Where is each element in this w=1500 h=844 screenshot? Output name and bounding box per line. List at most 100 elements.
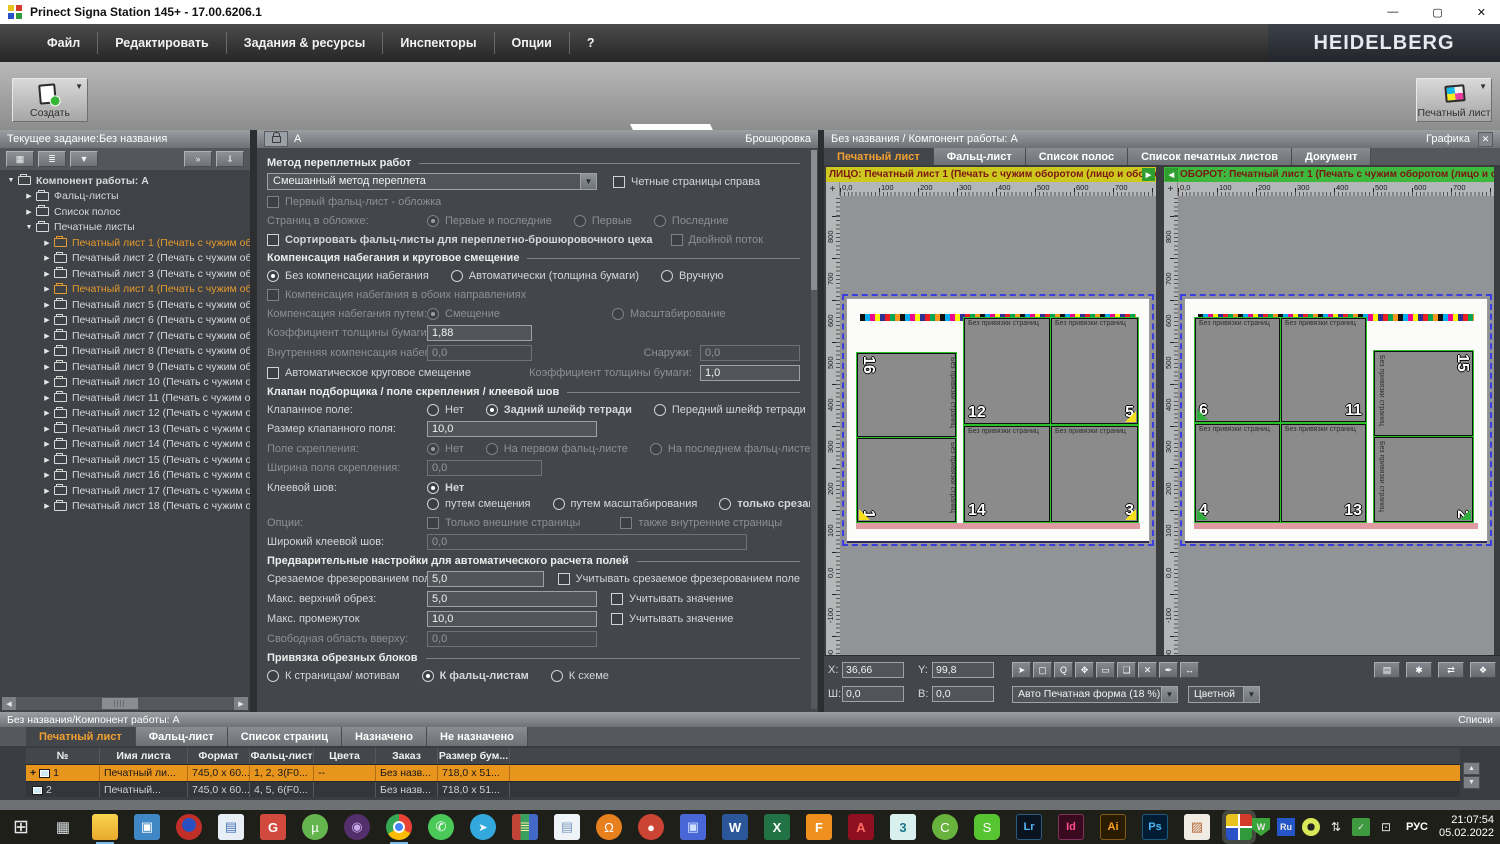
tray-icon[interactable] [1302, 818, 1320, 836]
tree-node-press-sheet[interactable]: ▶ Печатный лист 7 (Печать с чужим оборот… [0, 328, 250, 344]
ruler-origin-icon[interactable]: + [826, 182, 840, 196]
tray-icon[interactable]: ⇅ [1327, 818, 1345, 836]
vertical-scrollbar[interactable] [811, 150, 817, 709]
max-gap-field[interactable]: 10,0 [427, 611, 597, 627]
binding-method-select[interactable]: Смешанный метод переплета ▼ [267, 173, 597, 190]
canvas-tool-button[interactable]: ↔ [1180, 662, 1199, 678]
table-row[interactable]: +1 Печатный ли... 745,0 x 60... 1, 2, 3(… [26, 765, 1460, 782]
double-stream-checkbox[interactable] [670, 233, 683, 246]
expander-icon[interactable]: ▶ [42, 347, 52, 355]
page-slot-1[interactable]: Без привязки страниц 1 [856, 437, 957, 523]
creep-shift-radio[interactable] [427, 307, 439, 320]
chevron-down-icon[interactable]: ▼ [1161, 685, 1178, 703]
taskbar-app-icon[interactable]: Lr [1016, 814, 1042, 840]
next-sheet-button[interactable]: ▶ [1142, 168, 1155, 181]
tree-node-press-sheet[interactable]: ▶ Печатный лист 16 (Печать с чужим оборо… [0, 468, 250, 484]
taskbar-app-icon[interactable] [386, 814, 412, 844]
consider-gap-checkbox[interactable] [611, 613, 623, 625]
taskbar-app-icon[interactable]: ▤ [218, 814, 244, 840]
taskbar-app-icon[interactable]: C [932, 814, 958, 840]
tree-node-press-sheet[interactable]: ▶ Печатный лист 14 (Печать с чужим оборо… [0, 437, 250, 453]
color-mode-select[interactable]: Цветной ▼ [1188, 685, 1260, 703]
canvas-tool-button[interactable]: ✥ [1075, 662, 1094, 678]
max-top-trim-field[interactable]: 5,0 [427, 591, 597, 607]
tree-node-page-list[interactable]: ▶ Список полос [0, 204, 250, 220]
glue-shift-radio[interactable] [427, 497, 439, 510]
tree-node-press-sheet[interactable]: ▶ Печатный лист 4 (Печать с чужим оборот… [0, 282, 250, 298]
canvas-tool-button[interactable]: ▢ [1033, 662, 1052, 678]
preview-tab[interactable]: Фальц-лист [933, 148, 1026, 165]
expander-icon[interactable]: ▶ [42, 254, 52, 262]
outer-pages-only-checkbox[interactable] [427, 516, 439, 529]
scroll-thumb[interactable] [102, 698, 138, 709]
height-field[interactable]: 0,0 [932, 686, 994, 702]
expander-icon[interactable]: ▼ [24, 224, 34, 231]
expander-icon[interactable]: ▶ [42, 363, 52, 371]
cover-last-radio[interactable] [653, 214, 666, 227]
y-coordinate-field[interactable]: 99,8 [932, 662, 994, 678]
taskbar-app-icon[interactable] [92, 814, 118, 844]
menu-item[interactable]: Задания & ресурсы [227, 32, 384, 54]
chevron-down-icon[interactable]: ▼ [1243, 685, 1260, 703]
canvas-tool-button[interactable]: ❏ [1117, 662, 1136, 678]
expander-icon[interactable]: ▶ [42, 425, 52, 433]
close-icon[interactable]: ✕ [1478, 131, 1493, 147]
tree-node-press-sheets[interactable]: ▼ Печатные листы [0, 220, 250, 236]
expander-icon[interactable]: ▶ [42, 239, 52, 247]
lists-tab[interactable]: Печатный лист [26, 727, 136, 746]
expander-icon[interactable]: ▶ [42, 471, 52, 479]
sort-fold-sheets-checkbox[interactable] [267, 233, 279, 246]
taskbar-app-icon[interactable]: Id [1058, 814, 1084, 840]
taskbar-app-icon[interactable]: 3 [890, 814, 916, 840]
page-slot-5[interactable]: Без привязки страниц 5 [1050, 317, 1139, 425]
menu-item[interactable]: Инспекторы [383, 32, 495, 54]
taskbar-app-icon[interactable]: X [764, 814, 790, 840]
binding-area-width-field[interactable]: 0,0 [427, 460, 542, 476]
view-option-button[interactable]: ⇄ [1438, 662, 1464, 678]
tree-node-press-sheet[interactable]: ▶ Печатный лист 13 (Печать с чужим оборо… [0, 421, 250, 437]
lip-size-field[interactable]: 10,0 [427, 421, 597, 437]
binding-area-first-radio[interactable] [485, 442, 498, 455]
taskbar-app-icon[interactable]: ⊞ [8, 814, 34, 840]
even-pages-right-checkbox[interactable] [613, 175, 625, 188]
taskbar-app-icon[interactable]: ▣ [680, 814, 706, 840]
milling-area-field[interactable]: 5,0 [427, 571, 544, 587]
minimize-button[interactable]: — [1387, 6, 1398, 19]
lists-tab[interactable]: Список страниц [227, 727, 342, 746]
paper-thickness-factor2-field[interactable]: 1,0 [700, 365, 800, 381]
taskbar-app-icon[interactable]: ● [638, 814, 664, 840]
back-canvas[interactable]: Без привязки страниц 6 Без привязки стра… [1178, 196, 1494, 655]
first-sheet-cover-checkbox[interactable] [267, 195, 279, 208]
lip-front-radio[interactable] [653, 403, 666, 416]
tree-node-press-sheet[interactable]: ▶ Печатный лист 6 (Печать с чужим оборот… [0, 313, 250, 329]
taskbar-app-icon[interactable]: ▤ [554, 814, 580, 840]
tree-node-press-sheet[interactable]: ▶ Печатный лист 15 (Печать с чужим оборо… [0, 452, 250, 468]
tray-icon[interactable]: W [1252, 818, 1270, 836]
zoom-level-select[interactable]: Авто Печатная форма (18 %) ▼ [1012, 685, 1178, 703]
glue-cut-only-radio[interactable] [719, 497, 732, 510]
tree-node-press-sheet[interactable]: ▶ Печатный лист 17 (Печать с чужим оборо… [0, 483, 250, 499]
anchor-fold-sheets-radio[interactable] [421, 669, 434, 682]
create-button[interactable]: ▼ Создать [12, 78, 88, 122]
chevron-down-icon[interactable]: ▼ [75, 82, 83, 91]
tray-icon[interactable]: ✓ [1352, 818, 1370, 836]
taskbar-app-icon[interactable]: S [974, 814, 1000, 840]
scroll-up-button[interactable]: ▲ [1463, 762, 1480, 775]
width-field[interactable]: 0,0 [842, 686, 904, 702]
lists-tab[interactable]: Не назначено [427, 727, 528, 746]
taskbar-app-icon[interactable]: ▨ [1184, 814, 1210, 840]
expander-icon[interactable]: ▶ [42, 378, 52, 386]
chevron-down-icon[interactable]: ▼ [580, 173, 597, 190]
page-slot-13[interactable]: Без привязки страниц 13 [1280, 423, 1367, 523]
tree-node-press-sheet[interactable]: ▶ Печатный лист 3 (Печать с чужим оборот… [0, 266, 250, 282]
auto-circular-shift-checkbox[interactable] [267, 367, 279, 379]
taskbar-app-icon[interactable]: G [260, 814, 286, 840]
page-slot-15[interactable]: Без привязки страниц 15 [1373, 350, 1474, 437]
taskbar-app-icon[interactable]: ▣ [134, 814, 160, 840]
clock[interactable]: 21:07:54 05.02.2022 [1439, 814, 1494, 840]
page-slot-11[interactable]: Без привязки страниц 11 [1280, 317, 1367, 423]
x-coordinate-field[interactable]: 36,66 [842, 662, 904, 678]
expander-icon[interactable]: ▶ [42, 285, 52, 293]
page-slot-16[interactable]: Без привязки страниц 16 [856, 352, 957, 438]
binding-area-last-radio[interactable] [649, 442, 662, 455]
